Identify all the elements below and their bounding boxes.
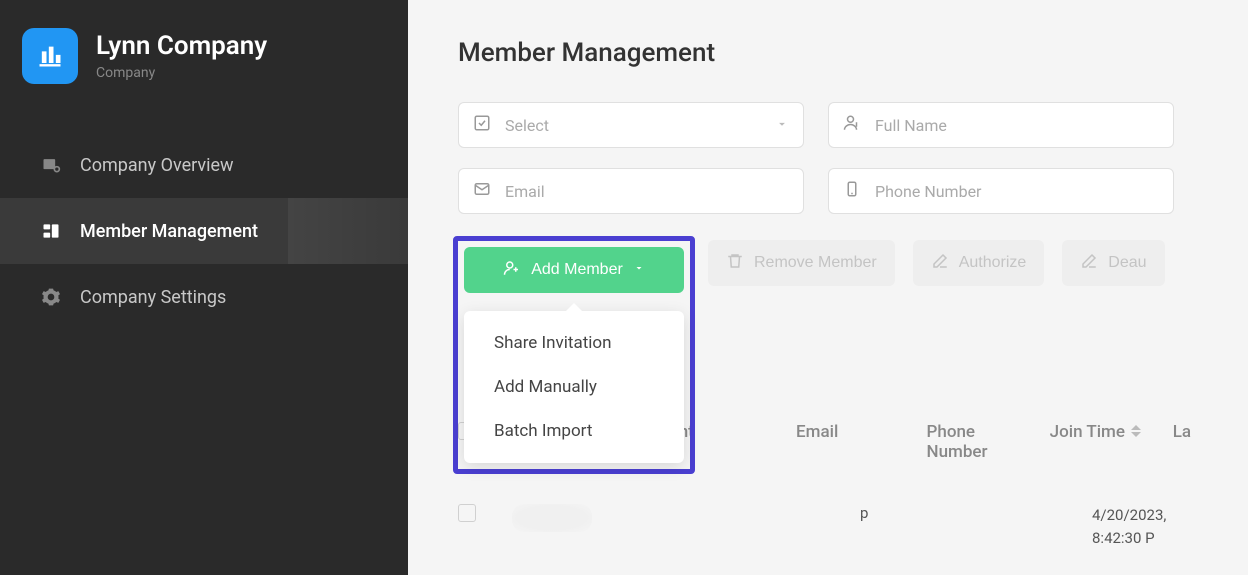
- pencil-minus-icon: [1080, 252, 1098, 275]
- name-placeholder: Full Name: [875, 116, 1159, 135]
- dropdown-item-add-manually[interactable]: Add Manually: [464, 365, 684, 409]
- dropdown-item-share-invitation[interactable]: Share Invitation: [464, 321, 684, 365]
- redacted-name: [512, 504, 592, 532]
- sidebar-item-label: Company Overview: [80, 155, 234, 176]
- row-checkbox[interactable]: [458, 504, 476, 522]
- sidebar-item-members[interactable]: Member Management: [0, 198, 408, 264]
- deauthorize-label: Deau: [1108, 254, 1146, 272]
- add-member-button[interactable]: Add Member: [464, 247, 684, 293]
- phone-placeholder: Phone Number: [875, 182, 1159, 201]
- action-row: Add Member Share Invitation Add Manually…: [458, 240, 1248, 300]
- sidebar-item-label: Company Settings: [80, 287, 226, 308]
- sidebar-nav: Company Overview Member Management Compa…: [0, 132, 408, 330]
- select-dropdown[interactable]: Select: [458, 102, 804, 148]
- page-title: Member Management: [458, 38, 1248, 68]
- remove-member-label: Remove Member: [754, 254, 877, 272]
- chevron-down-icon: [775, 116, 789, 135]
- filter-row-1: Select Full Name: [458, 102, 1248, 148]
- person-icon: [843, 114, 861, 136]
- company-subtitle: Company: [96, 65, 267, 81]
- company-title: Lynn Company: [96, 31, 267, 61]
- header-last[interactable]: La: [1173, 422, 1248, 462]
- table-row[interactable]: p 4/20/2023, 8:42:30 P: [458, 504, 1248, 549]
- remove-member-button[interactable]: Remove Member: [708, 240, 895, 286]
- phone-icon: [843, 180, 861, 202]
- name-input[interactable]: Full Name: [828, 102, 1174, 148]
- add-member-highlight: Add Member Share Invitation Add Manually…: [453, 236, 695, 474]
- gear-icon: [40, 286, 62, 308]
- members-icon: [40, 220, 62, 242]
- sidebar-item-overview[interactable]: Company Overview: [0, 132, 408, 198]
- header-email[interactable]: Email: [796, 422, 926, 462]
- row-email: p: [820, 504, 960, 522]
- email-icon: [473, 180, 491, 202]
- deauthorize-button[interactable]: Deau: [1062, 240, 1164, 286]
- header-join-time[interactable]: Join Time: [1050, 422, 1173, 462]
- add-member-label: Add Member: [531, 261, 623, 279]
- sidebar-item-settings[interactable]: Company Settings: [0, 264, 408, 330]
- sidebar-item-label: Member Management: [80, 221, 258, 242]
- sort-icon[interactable]: [1131, 425, 1141, 437]
- header-phone[interactable]: Phone Number: [927, 422, 1050, 462]
- add-member-dropdown: Share Invitation Add Manually Batch Impo…: [464, 311, 684, 463]
- person-plus-icon: [503, 259, 521, 282]
- select-placeholder: Select: [505, 116, 761, 135]
- sidebar-header: Lynn Company Company: [0, 0, 408, 84]
- trash-icon: [726, 252, 744, 275]
- row-join-time: 4/20/2023, 8:42:30 P: [1092, 504, 1224, 549]
- authorize-label: Authorize: [959, 254, 1027, 272]
- filter-row-2: Email Phone Number: [458, 168, 1248, 214]
- email-placeholder: Email: [505, 182, 789, 201]
- caret-down-icon: [633, 261, 645, 279]
- main-content: Member Management Select Full Name Email: [408, 0, 1248, 575]
- overview-icon: [40, 154, 62, 176]
- email-input[interactable]: Email: [458, 168, 804, 214]
- phone-input[interactable]: Phone Number: [828, 168, 1174, 214]
- pencil-plus-icon: [931, 252, 949, 275]
- dropdown-item-batch-import[interactable]: Batch Import: [464, 409, 684, 453]
- company-logo: [22, 28, 78, 84]
- checkbox-icon: [473, 114, 491, 136]
- authorize-button[interactable]: Authorize: [913, 240, 1045, 286]
- sidebar: Lynn Company Company Company Overview Me…: [0, 0, 408, 575]
